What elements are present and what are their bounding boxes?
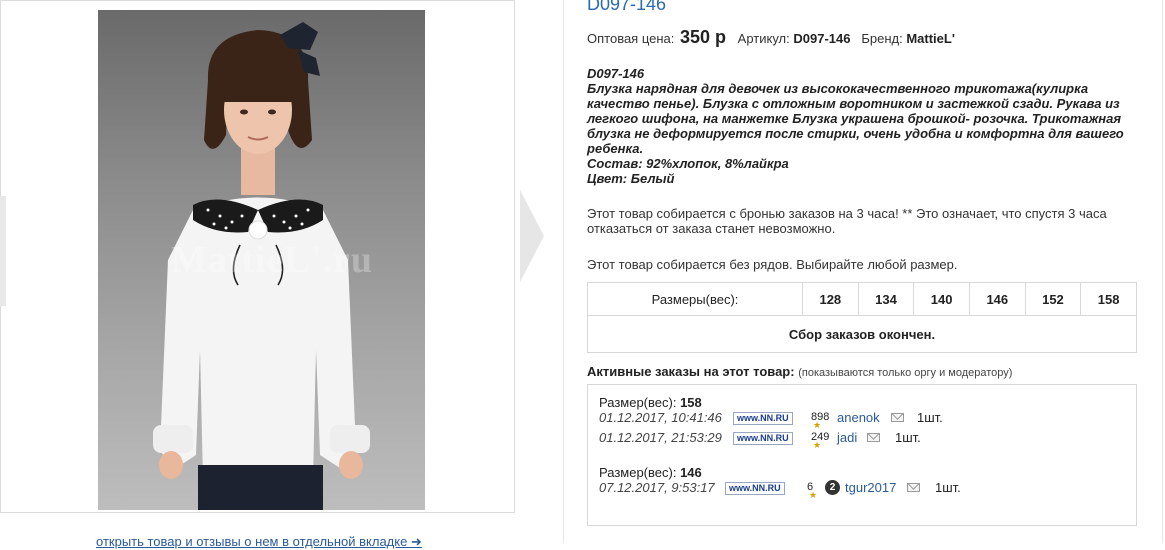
size-cell-152[interactable]: 152 bbox=[1024, 282, 1082, 316]
size-cell-146[interactable]: 146 bbox=[968, 282, 1026, 316]
mail-icon[interactable] bbox=[891, 413, 904, 422]
nn-ru-logo[interactable]: www.NN.RU bbox=[725, 482, 785, 495]
reserve-note-line: отказаться от заказа станет невозможно. bbox=[587, 221, 836, 236]
desc-line: Состав: 92%хлопок, 8%лайкра bbox=[587, 156, 789, 171]
product-photo[interactable]: MattieL'.ru bbox=[98, 10, 425, 510]
desc-line: ребенка. bbox=[587, 141, 644, 156]
order-qty: 1шт. bbox=[935, 480, 961, 495]
next-image-arrow-icon[interactable] bbox=[518, 190, 546, 282]
size-cell-128[interactable]: 128 bbox=[802, 282, 859, 316]
prev-image-arrow[interactable] bbox=[0, 196, 6, 306]
user-rating: 898 ★ bbox=[811, 411, 830, 430]
column-divider bbox=[563, 0, 564, 543]
desc-line: легкого шифона, на манжетке Блузка украш… bbox=[587, 111, 1122, 126]
order-row: 01.12.2017, 10:41:46 www.NN.RU 898 ★ anen… bbox=[599, 410, 1119, 430]
watermark: MattieL'.ru bbox=[171, 239, 374, 281]
article-value: D097-146 bbox=[793, 31, 851, 46]
mail-icon[interactable] bbox=[907, 483, 920, 492]
article-label: Артикул: bbox=[737, 31, 790, 46]
price-label: Оптовая цена: bbox=[587, 31, 675, 46]
active-orders-subtitle: (показываются только оргу и модератору) bbox=[798, 367, 1013, 379]
user-rating: 6 ★ bbox=[807, 481, 818, 500]
user-rating: 249 ★ bbox=[811, 431, 830, 450]
order-qty: 1шт. bbox=[895, 430, 921, 445]
price-value: 350 р bbox=[680, 27, 727, 47]
sizes-table: Размеры(вес): 128 134 140 146 152 158 Сб… bbox=[587, 282, 1137, 353]
order-date: 01.12.2017, 21:53:29 bbox=[599, 430, 722, 445]
size-label: Размер(вес): bbox=[599, 465, 677, 480]
rating-star-icon: ★ bbox=[813, 440, 822, 450]
desc-line: качество пенье). Блузка с отложным ворот… bbox=[587, 96, 1120, 111]
desc-line: Блузка нарядная для девочек из высококач… bbox=[587, 81, 1089, 96]
size-cell-134[interactable]: 134 bbox=[857, 282, 915, 316]
desc-line: Цвет: Белый bbox=[587, 171, 675, 186]
user-badge: 2 bbox=[825, 480, 840, 495]
active-orders-box: Размер(вес): 158 01.12.2017, 10:41:46 ww… bbox=[587, 384, 1137, 526]
order-row: 07.12.2017, 9:53:17 www.NN.RU 6 ★ 2 tgur2… bbox=[599, 480, 1119, 500]
order-qty: 1шт. bbox=[917, 410, 943, 425]
brand-label: Бренд: bbox=[861, 31, 903, 46]
sizes-label: Размеры(вес): bbox=[587, 282, 803, 316]
nn-ru-logo[interactable]: www.NN.RU bbox=[733, 412, 793, 425]
open-in-new-tab-link[interactable]: открыть товар и отзывы о нем в отдельной… bbox=[96, 534, 422, 550]
user-link[interactable]: anenok bbox=[837, 410, 880, 425]
product-image-frame: MattieL'.ru bbox=[0, 0, 515, 513]
order-status: Сбор заказов окончен. bbox=[587, 315, 1137, 353]
price-line: Оптовая цена: 350 р Артикул: D097-146 Бр… bbox=[587, 27, 955, 48]
reserve-note: Этот товар собирается с бронью заказов н… bbox=[587, 206, 1127, 236]
active-orders-title: Активные заказы на этот товар: (показыва… bbox=[587, 364, 1012, 379]
rating-star-icon: ★ bbox=[809, 490, 818, 500]
order-date: 01.12.2017, 10:41:46 bbox=[599, 410, 722, 425]
brand-value: MattieL' bbox=[906, 31, 955, 46]
desc-line: D097-146 bbox=[587, 66, 645, 81]
user-link[interactable]: jadi bbox=[837, 430, 857, 445]
user-link[interactable]: tgur2017 bbox=[845, 480, 896, 495]
nn-ru-logo[interactable]: www.NN.RU bbox=[733, 432, 793, 445]
size-label: Размер(вес): bbox=[599, 395, 677, 410]
right-border bbox=[1162, 0, 1163, 543]
desc-line: блузка не деформируется после стирки, оч… bbox=[587, 126, 1124, 141]
reserve-note-line: Этот товар собирается с бронью заказов н… bbox=[587, 206, 1107, 221]
size-value: 146 bbox=[680, 465, 702, 480]
order-date: 07.12.2017, 9:53:17 bbox=[599, 480, 715, 495]
active-orders-heading: Активные заказы на этот товар: bbox=[587, 364, 795, 379]
product-title[interactable]: D097-146 bbox=[587, 0, 666, 15]
size-cell-140[interactable]: 140 bbox=[913, 282, 970, 316]
order-group-title: Размер(вес): 146 bbox=[599, 465, 702, 480]
order-group-title: Размер(вес): 158 bbox=[599, 395, 702, 410]
rows-note: Этот товар собирается без рядов. Выбирай… bbox=[587, 257, 958, 272]
mail-icon[interactable] bbox=[867, 433, 880, 442]
order-row: 01.12.2017, 21:53:29 www.NN.RU 249 ★ jadi… bbox=[599, 430, 1119, 450]
size-cell-158[interactable]: 158 bbox=[1080, 282, 1137, 316]
size-value: 158 bbox=[680, 395, 702, 410]
product-description: D097-146 Блузка нарядная для девочек из … bbox=[587, 66, 1127, 186]
